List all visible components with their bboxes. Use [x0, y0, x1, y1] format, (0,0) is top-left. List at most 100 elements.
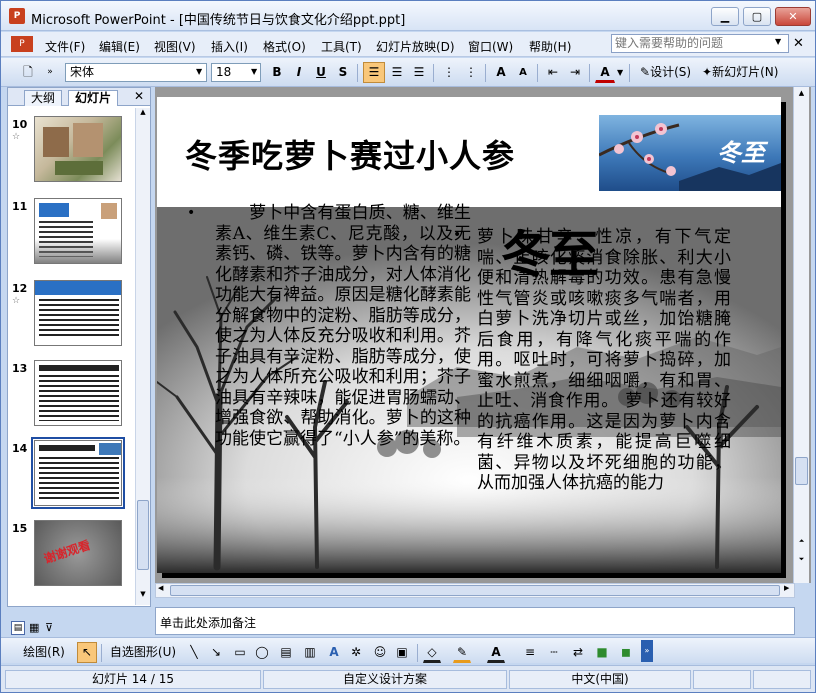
decrease-font-icon[interactable]: A [513, 62, 533, 83]
new-slide-icon: ✦ [702, 65, 713, 79]
select-pointer-icon[interactable]: ↖ [77, 642, 97, 663]
scroll-thumb[interactable] [795, 457, 808, 485]
editor-horizontal-scrollbar[interactable]: ◀ ▶ [155, 583, 795, 598]
notes-pane[interactable]: 单击此处添加备注 [155, 607, 795, 635]
design-button[interactable]: ✎设计(S) [637, 62, 693, 83]
scroll-thumb[interactable] [137, 500, 149, 570]
help-search-input[interactable]: 键入需要帮助的问题 [611, 34, 789, 53]
align-right-button[interactable]: ☰ [409, 62, 429, 83]
slideshow-view-icon[interactable]: ⊽ [45, 621, 53, 634]
maximize-button[interactable]: ▢ [743, 7, 771, 26]
sorter-view-icon[interactable]: ▦ [29, 621, 39, 634]
slide-preview [34, 116, 122, 182]
rectangle-icon[interactable]: ▭ [231, 642, 249, 663]
line-icon[interactable]: ╲ [185, 642, 203, 663]
close-document-icon[interactable]: ✕ [793, 36, 804, 51]
bold-button[interactable]: B [267, 62, 287, 83]
tab-outline[interactable]: 大纲 [24, 90, 63, 106]
font-color-icon[interactable]: A [487, 642, 505, 663]
chevron-down-icon[interactable]: ▼ [251, 67, 257, 76]
toolbar-options-icon[interactable]: » [641, 640, 653, 662]
scroll-up-icon[interactable]: ▲ [795, 89, 808, 103]
language-status: 中文(中国) [509, 670, 691, 689]
arrow-icon[interactable]: ↘ [207, 642, 225, 663]
new-slide-button[interactable]: ✦新幻灯片(N) [699, 62, 803, 83]
line-style-icon[interactable]: ≡ [521, 642, 539, 663]
font-name-select[interactable]: 宋体 [65, 63, 207, 82]
slide-thumbnail-10[interactable]: 10 ☆ [8, 110, 132, 186]
autoshape-button[interactable]: 自选图形(U) [105, 642, 181, 663]
clipart-icon[interactable]: ☺ [371, 642, 389, 663]
draw-menu-button[interactable]: 绘图(R) [15, 642, 73, 663]
toolbar-separator [417, 644, 418, 662]
new-document-icon[interactable]: 🗋 [19, 62, 37, 83]
scroll-thumb[interactable] [170, 585, 780, 596]
shadow-style-icon[interactable]: ■ [593, 642, 611, 663]
minimize-button[interactable]: ▁ [711, 7, 739, 26]
diagram-icon[interactable]: ✲ [347, 642, 365, 663]
menu-view[interactable]: 视图(V) [154, 38, 196, 55]
bullets-button[interactable]: ⋮ [461, 62, 481, 83]
chevron-down-icon[interactable]: ▼ [775, 37, 781, 46]
window-title: Microsoft PowerPoint - [中国传统节日与饮食文化介绍ppt… [31, 13, 406, 28]
slide-thumbnail-11[interactable]: 11 [8, 192, 132, 268]
text-column-left[interactable]: 萝卜中含有蛋白质、糖、维生素A、维生素C、尼克酸，以及无素钙、磷、铁等。萝卜内含… [215, 203, 471, 449]
menu-edit[interactable]: 编辑(E) [99, 38, 140, 55]
align-center-button[interactable]: ☰ [387, 62, 407, 83]
slide-thumbnail-14-selected[interactable]: 14 [8, 434, 132, 510]
menu-file[interactable]: 文件(F) [45, 38, 85, 55]
tab-slides[interactable]: 幻灯片 [68, 90, 119, 106]
increase-indent-icon[interactable]: ⇥ [565, 62, 585, 83]
decrease-indent-icon[interactable]: ⇤ [543, 62, 563, 83]
slide-thumbnail-12[interactable]: 12 ☆ [8, 274, 132, 350]
scroll-up-icon[interactable]: ▲ [137, 108, 149, 122]
font-color-icon[interactable]: A [595, 62, 615, 83]
oval-icon[interactable]: ◯ [253, 642, 271, 663]
normal-view-icon[interactable]: ▤ [11, 621, 25, 635]
align-left-button[interactable]: ☰ [363, 62, 385, 83]
scroll-left-icon[interactable]: ◀ [158, 584, 163, 592]
picture-icon[interactable]: ▣ [393, 642, 411, 663]
wordart-icon[interactable]: A [325, 642, 343, 663]
chevron-down-icon[interactable]: ▼ [196, 67, 202, 76]
3d-style-icon[interactable]: ◼ [617, 642, 635, 663]
arrow-style-icon[interactable]: ⇄ [569, 642, 587, 663]
toolbar-options-icon[interactable]: » [43, 62, 57, 83]
underline-button[interactable]: U [311, 62, 331, 83]
slide-thumbnail-15[interactable]: 15 谢谢观看 [8, 514, 132, 590]
increase-font-icon[interactable]: A [491, 62, 511, 83]
numbering-button[interactable]: ⋮ [439, 62, 459, 83]
close-panel-icon[interactable]: ✕ [134, 89, 144, 103]
toolbar-separator [485, 64, 486, 82]
slide-title[interactable]: 冬季吃萝卜赛过小人参 [185, 131, 515, 177]
italic-button[interactable]: I [289, 62, 309, 83]
design-icon: ✎ [640, 65, 651, 79]
design-template-name: 自定义设计方案 [263, 670, 507, 689]
panel-scrollbar[interactable]: ▲ ▼ [135, 108, 150, 605]
menu-tools[interactable]: 工具(T) [321, 38, 362, 55]
chevron-down-icon[interactable]: ▼ [617, 68, 623, 77]
line-color-icon[interactable]: ✎ [453, 642, 471, 663]
close-window-button[interactable]: ✕ [775, 7, 811, 26]
previous-slide-icon[interactable]: ⏶ [795, 537, 808, 551]
document-icon[interactable]: P [11, 36, 33, 52]
scroll-down-icon[interactable]: ▼ [137, 590, 149, 604]
slide-thumbnail-13[interactable]: 13 [8, 354, 132, 430]
shadow-button[interactable]: S [333, 62, 353, 83]
toolbar-separator [357, 64, 358, 82]
menu-insert[interactable]: 插入(I) [211, 38, 248, 55]
slide-number: 14 [12, 442, 28, 455]
menu-format[interactable]: 格式(O) [263, 38, 306, 55]
powerpoint-app-icon[interactable]: P [9, 8, 25, 24]
slide-canvas[interactable]: 冬至 冬季吃萝卜赛过小人参 • 萝卜中含有蛋白质、糖、维生素A、维生素C、尼克酸… [157, 97, 781, 573]
dash-style-icon[interactable]: ┄ [545, 642, 563, 663]
menu-slideshow[interactable]: 幻灯片放映(D) [376, 38, 455, 55]
vertical-textbox-icon[interactable]: ▥ [301, 642, 319, 663]
scroll-right-icon[interactable]: ▶ [784, 584, 789, 592]
next-slide-icon[interactable]: ⏷ [795, 555, 808, 569]
menu-window[interactable]: 窗口(W) [468, 38, 513, 55]
textbox-icon[interactable]: ▤ [277, 642, 295, 663]
menu-help[interactable]: 帮助(H) [529, 38, 571, 55]
fill-color-icon[interactable]: ◇ [423, 642, 441, 663]
editor-vertical-scrollbar[interactable]: ▲ ⏶ ⏷ [793, 87, 809, 583]
